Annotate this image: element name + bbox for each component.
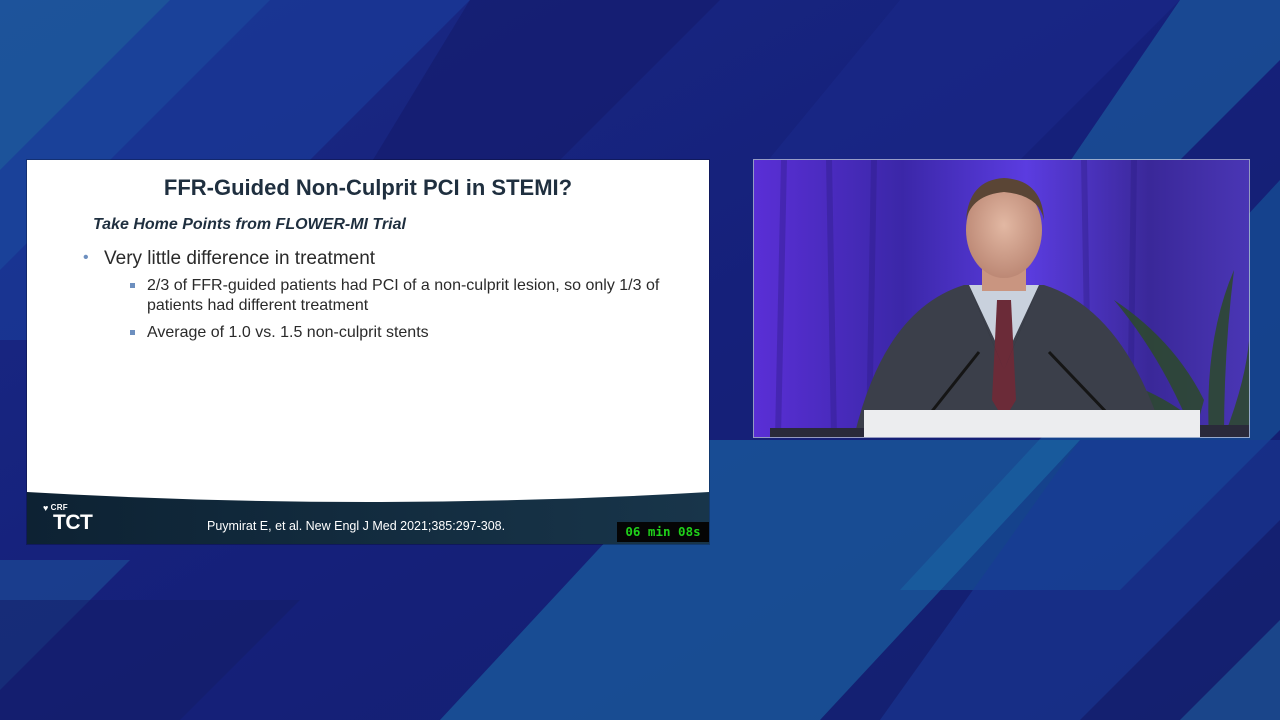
sub-bullet-item: 2/3 of FFR-guided patients had PCI of a … xyxy=(127,276,663,316)
bullet-dot-icon: • xyxy=(83,249,89,266)
speaker-image xyxy=(754,160,1249,437)
slide-footer: ♥ CRF TCT Puymirat E, et al. New Engl J … xyxy=(27,490,709,544)
heart-icon: ♥ xyxy=(43,502,49,513)
sub-bullet-text: Average of 1.0 vs. 1.5 non-culprit stent… xyxy=(147,324,429,341)
sub-bullet-list: 2/3 of FFR-guided patients had PCI of a … xyxy=(104,276,663,343)
citation: Puymirat E, et al. New Engl J Med 2021;3… xyxy=(207,519,506,533)
sub-bullet-text: 2/3 of FFR-guided patients had PCI of a … xyxy=(147,277,660,314)
presentation-slide: FFR-Guided Non-Culprit PCI in STEMI? Tak… xyxy=(27,160,709,544)
sub-bullet-item: Average of 1.0 vs. 1.5 non-culprit stent… xyxy=(127,323,663,343)
slide-subtitle: Take Home Points from FLOWER-MI Trial xyxy=(93,216,406,233)
stage: FFR-Guided Non-Culprit PCI in STEMI? Tak… xyxy=(0,0,1280,720)
bullet-item: • Very little difference in treatment 2/… xyxy=(83,248,663,343)
bullet-list: • Very little difference in treatment 2/… xyxy=(83,248,663,350)
bullet-square-icon xyxy=(130,330,135,335)
bullet-text: Very little difference in treatment xyxy=(104,248,376,269)
speaker-video-feed xyxy=(754,160,1249,437)
bullet-square-icon xyxy=(130,283,135,288)
session-timer: 06 min 08s xyxy=(617,522,709,542)
slide-title: FFR-Guided Non-Culprit PCI in STEMI? xyxy=(163,175,573,200)
logo-tct-text: TCT xyxy=(53,511,93,534)
footer-band xyxy=(27,492,709,544)
tct-logo: ♥ CRF TCT xyxy=(43,502,93,535)
